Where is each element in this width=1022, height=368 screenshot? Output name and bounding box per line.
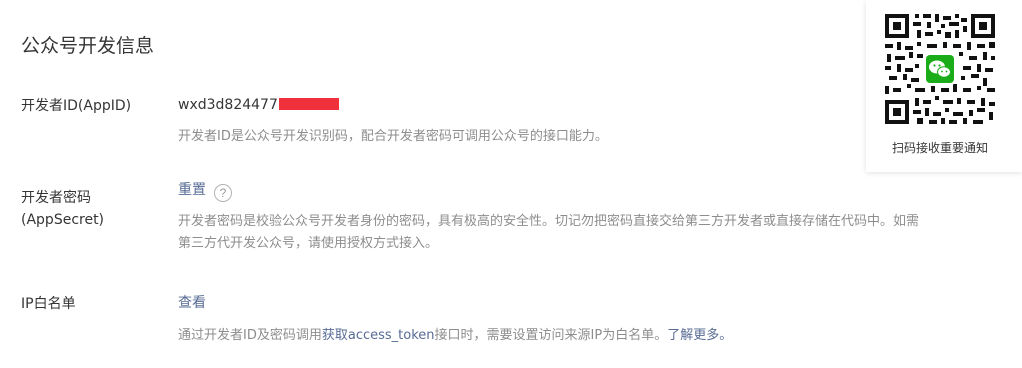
view-whitelist-button[interactable]: 查看 bbox=[178, 295, 206, 311]
whitelist-label: IP白名单 bbox=[21, 296, 76, 312]
appsecret-description-line1: 开发者密码是校验公众号开发者身份的密码，具有极高的安全性。切记勿把密码直接交给第… bbox=[178, 214, 920, 229]
redacted-mark bbox=[278, 98, 339, 110]
page-title: 公众号开发信息 bbox=[21, 35, 155, 57]
developer-info-page: 公众号开发信息 开发者ID(AppID) wxd3d824477 开发者ID是公… bbox=[0, 0, 1022, 368]
appsecret-actions: 重置? bbox=[178, 179, 232, 202]
appsecret-description: 开发者密码是校验公众号开发者身份的密码，具有极高的安全性。切记勿把密码直接交给第… bbox=[178, 211, 978, 255]
appid-value: wxd3d824477 bbox=[178, 97, 278, 113]
qr-caption: 扫码接收重要通知 bbox=[891, 141, 988, 155]
whitelist-desc-prefix: 通过开发者ID及密码调用 bbox=[178, 328, 322, 343]
appid-label: 开发者ID(AppID) bbox=[21, 98, 132, 114]
appid-value-container: wxd3d824477 bbox=[178, 94, 339, 116]
learn-more-link[interactable]: 了解更多。 bbox=[667, 328, 732, 343]
qr-notification-card: 扫码接收重要通知 bbox=[866, 0, 1022, 172]
appid-description: 开发者ID是公众号开发识别码，配合开发者密码可调用公众号的接口能力。 bbox=[178, 129, 608, 144]
appsecret-description-line2: 第三方代开发公众号，请使用授权方式接入。 bbox=[178, 236, 439, 251]
whitelist-desc-middle: 接口时，需要设置访问来源IP为白名单。 bbox=[434, 328, 668, 343]
access-token-link[interactable]: 获取access_token bbox=[322, 328, 435, 343]
reset-button[interactable]: 重置 bbox=[178, 182, 206, 198]
whitelist-description: 通过开发者ID及密码调用获取access_token接口时，需要设置访问来源IP… bbox=[178, 325, 978, 347]
appsecret-label-line1: 开发者密码 bbox=[21, 190, 91, 206]
help-icon[interactable]: ? bbox=[214, 184, 232, 202]
wechat-qr-code-icon bbox=[883, 12, 997, 126]
appsecret-label-line2: (AppSecret) bbox=[21, 212, 105, 228]
whitelist-actions: 查看 bbox=[178, 292, 206, 314]
